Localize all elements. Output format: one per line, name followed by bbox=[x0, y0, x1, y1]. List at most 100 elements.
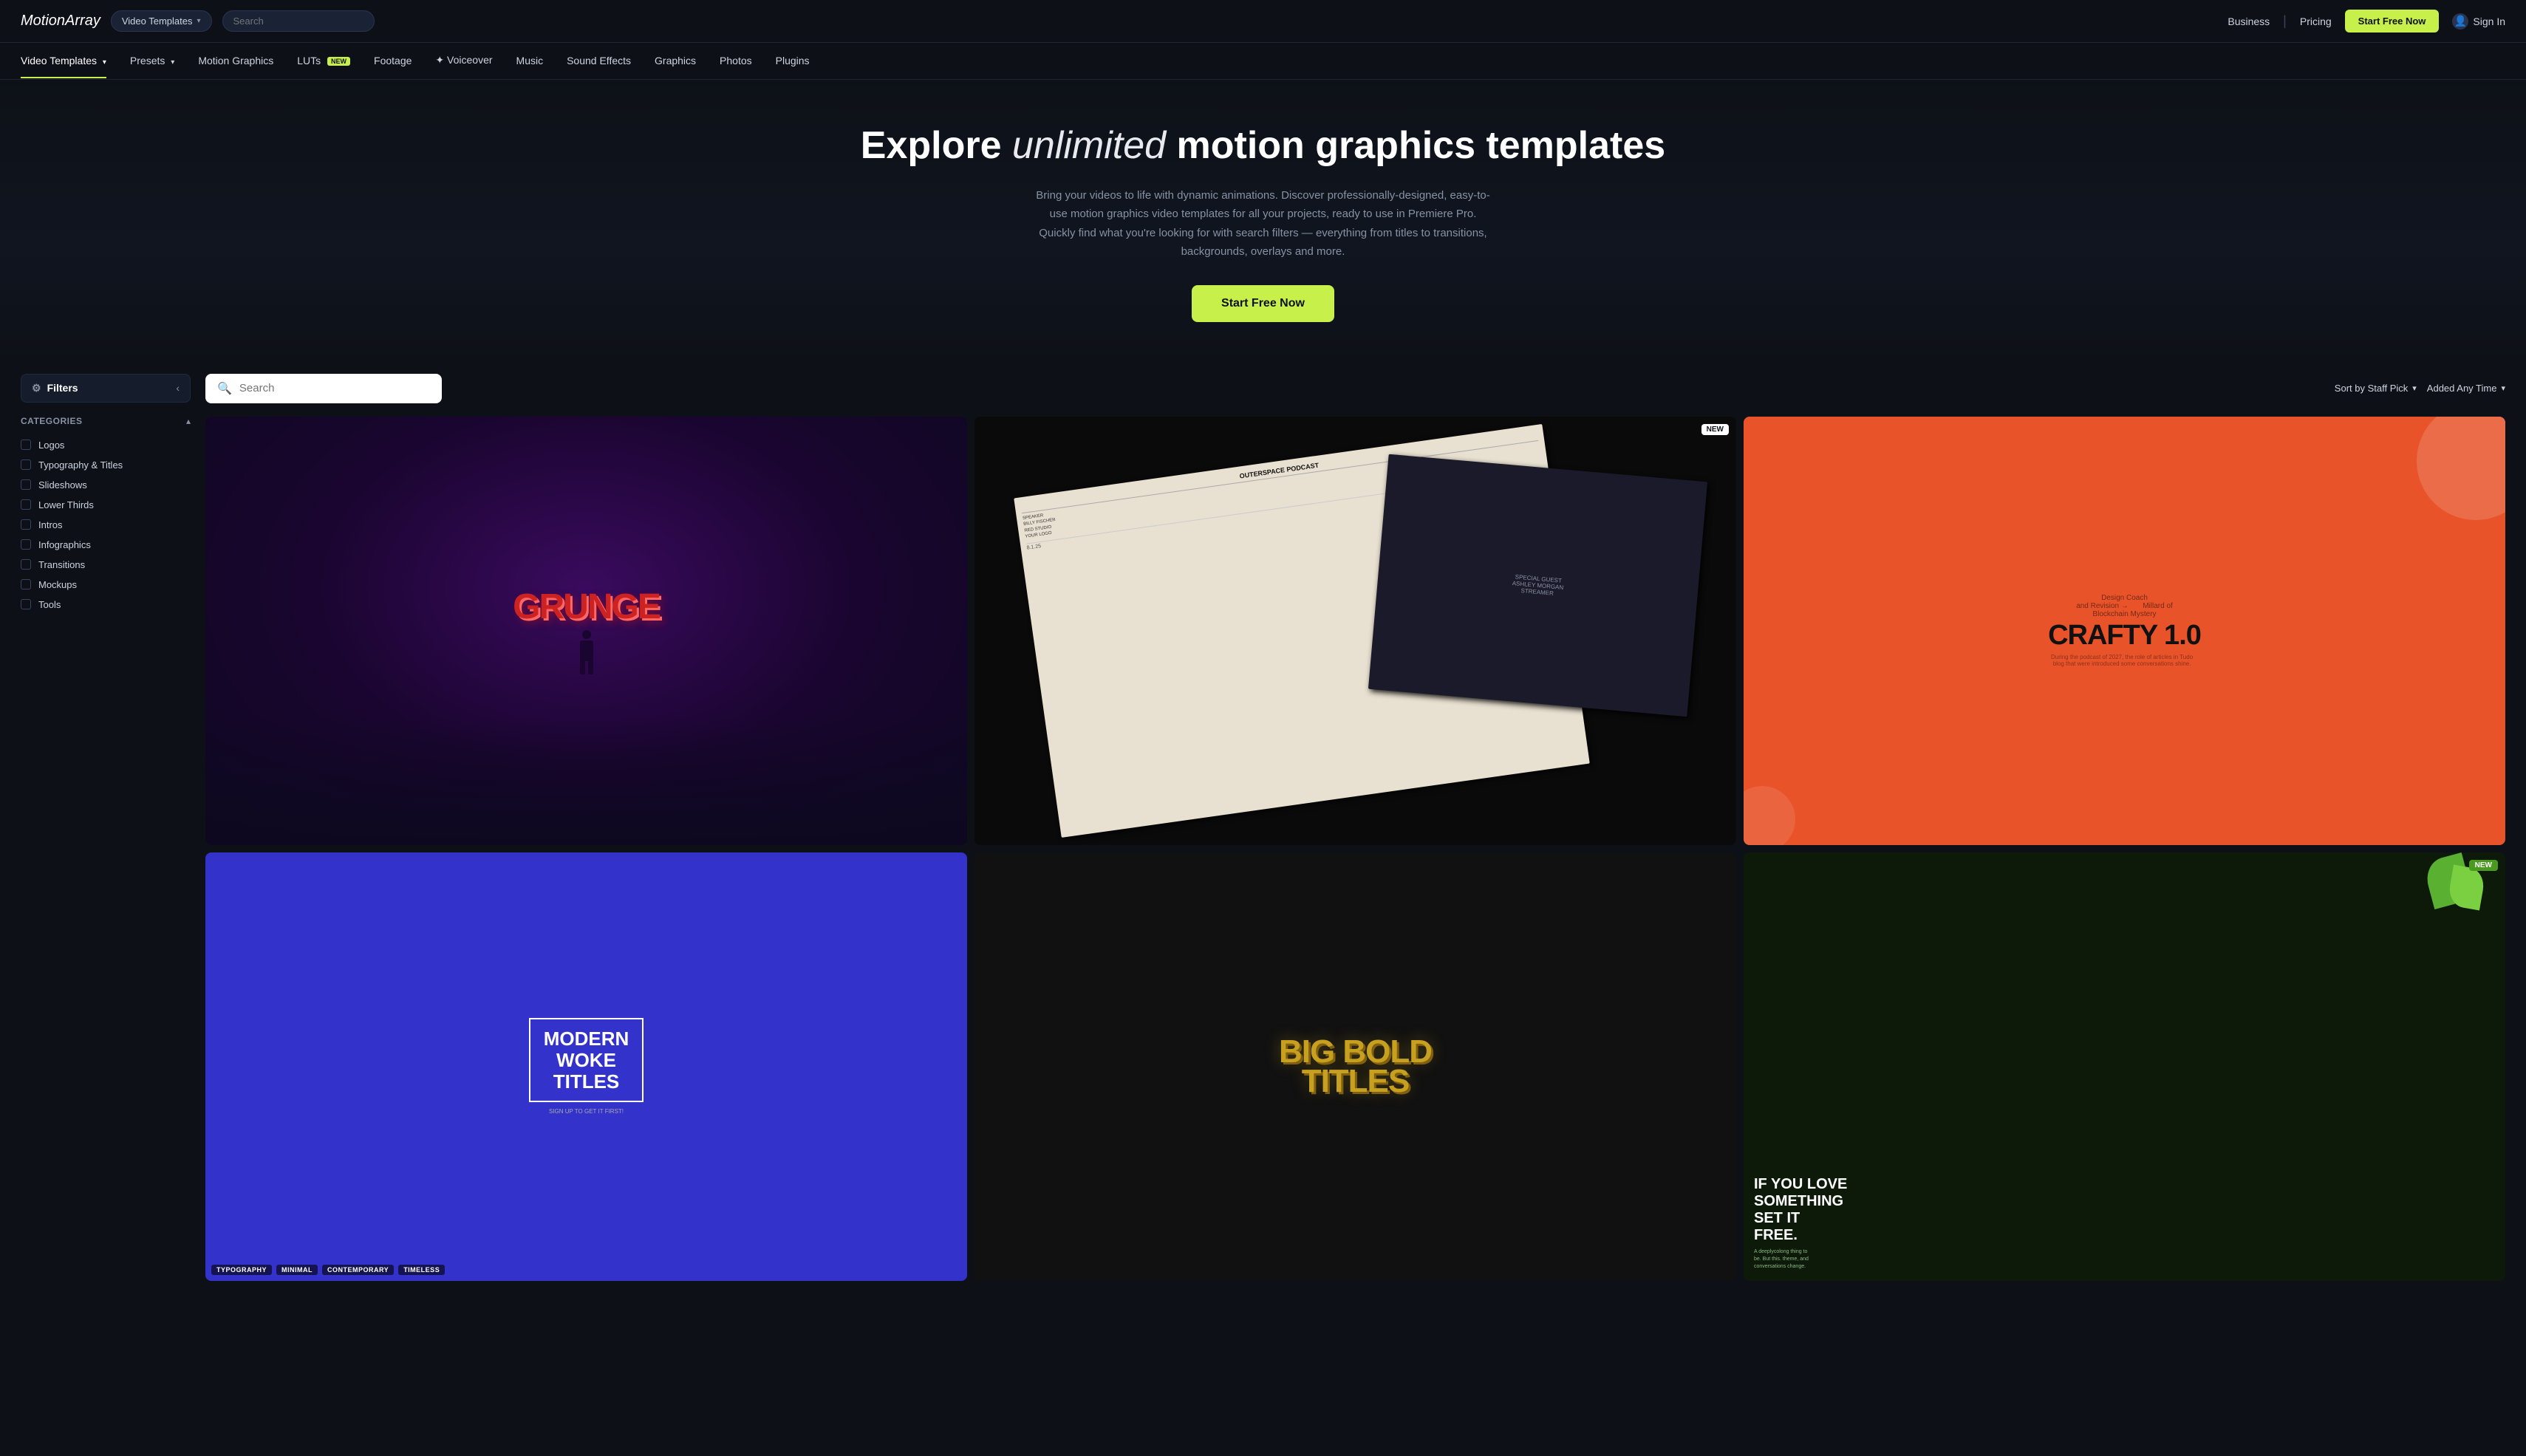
card-grunge[interactable]: GRUNGE bbox=[205, 417, 967, 845]
intros-label: Intros bbox=[38, 519, 63, 530]
nav-music[interactable]: Music bbox=[516, 55, 544, 68]
podcast-new-badge: NEW bbox=[1701, 424, 1729, 435]
nav-footage[interactable]: Footage bbox=[374, 55, 412, 68]
hero-title: Explore unlimited motion graphics templa… bbox=[15, 124, 2511, 168]
filter-icon: ⚙ bbox=[32, 382, 41, 394]
crafty-main-title: CRAFTY 1.0 bbox=[2048, 621, 2201, 649]
top-search-input[interactable] bbox=[233, 16, 363, 27]
nav-motion-graphics[interactable]: Motion Graphics bbox=[198, 55, 273, 68]
business-link[interactable]: Business bbox=[2228, 16, 2270, 27]
category-typography-titles[interactable]: Typography & Titles bbox=[21, 455, 191, 475]
category-infographics[interactable]: Infographics bbox=[21, 535, 191, 555]
transitions-label: Transitions bbox=[38, 559, 85, 570]
filters-label: Filters bbox=[47, 382, 78, 394]
luts-new-badge: NEW bbox=[327, 57, 350, 66]
card-green-free[interactable]: NEW IF YOU LOVESOMETHINGSET ITFREE. A de… bbox=[1744, 852, 2505, 1281]
time-chevron-icon: ▾ bbox=[2501, 383, 2505, 393]
main-content: 🔍 Sort by Staff Pick ▾ Added Any Time ▾ bbox=[205, 374, 2505, 1281]
typography-titles-checkbox[interactable] bbox=[21, 459, 31, 470]
infographics-label: Infographics bbox=[38, 539, 91, 550]
hero-description: Bring your videos to life with dynamic a… bbox=[1034, 186, 1492, 262]
top-search-box[interactable] bbox=[222, 10, 375, 32]
bold-title-line1: BIG BOLD bbox=[1279, 1037, 1432, 1067]
top-navigation: MotionArray Video Templates ▾ Business |… bbox=[0, 0, 2526, 43]
categories-collapse-icon[interactable]: ▴ bbox=[186, 416, 191, 426]
category-tools[interactable]: Tools bbox=[21, 595, 191, 615]
transitions-checkbox[interactable] bbox=[21, 559, 31, 570]
tag-minimal: MINIMAL bbox=[276, 1265, 318, 1275]
nav-luts[interactable]: LUTs NEW bbox=[297, 55, 350, 68]
user-icon: 👤 bbox=[2452, 13, 2468, 30]
card-big-bold[interactable]: BIG BOLD TITLES bbox=[974, 852, 1736, 1281]
lower-thirds-checkbox[interactable] bbox=[21, 499, 31, 510]
top-nav-left: MotionArray Video Templates ▾ bbox=[21, 10, 375, 32]
nav-photos[interactable]: Photos bbox=[720, 55, 752, 68]
slideshows-checkbox[interactable] bbox=[21, 479, 31, 490]
card-podcast[interactable]: NEW OUTERSPACE PODCAST SPEAKER BILLY FIS… bbox=[974, 417, 1736, 845]
nav-video-templates[interactable]: Video Templates ▾ bbox=[21, 55, 106, 68]
nav-sound-effects[interactable]: Sound Effects bbox=[567, 55, 631, 68]
podcast-dark-panel: SPECIAL GUESTASHLEY MORGANSTREAMER bbox=[1512, 573, 1565, 598]
categories-section-header: Categories ▴ bbox=[21, 416, 191, 426]
video-templates-pill[interactable]: Video Templates ▾ bbox=[111, 10, 212, 32]
tag-timeless: TIMELESS bbox=[398, 1265, 445, 1275]
typography-titles-label: Typography & Titles bbox=[38, 459, 123, 471]
logo[interactable]: MotionArray bbox=[21, 13, 100, 30]
crafty-description: During the podcast of 2027, the role of … bbox=[2048, 654, 2196, 667]
content-search-bar[interactable]: 🔍 bbox=[205, 374, 442, 403]
logo-text: MotionArray bbox=[21, 13, 100, 29]
sort-time-button[interactable]: Added Any Time ▾ bbox=[2427, 383, 2505, 394]
category-intros[interactable]: Intros bbox=[21, 515, 191, 535]
nav-voiceover[interactable]: ✦ Voiceover bbox=[435, 54, 492, 68]
categories-title: Categories bbox=[21, 416, 82, 426]
card-modern-woke[interactable]: MODERNWOKETITLES SIGN UP TO GET IT FIRST… bbox=[205, 852, 967, 1281]
top-nav-right: Business | Pricing Start Free Now 👤 Sign… bbox=[2228, 10, 2505, 33]
hero-title-part2: motion graphics templates bbox=[1166, 124, 1665, 167]
logo-italic: Array bbox=[65, 13, 100, 29]
sort-time-label: Added Any Time bbox=[2427, 383, 2497, 394]
tag-typography: TYPOGRAPHY bbox=[211, 1265, 272, 1275]
green-title-text: IF YOU LOVESOMETHINGSET ITFREE. bbox=[1754, 1176, 1847, 1244]
mockups-checkbox[interactable] bbox=[21, 579, 31, 589]
search-filters-bar: 🔍 Sort by Staff Pick ▾ Added Any Time ▾ bbox=[205, 374, 2505, 403]
sign-in-button[interactable]: 👤 Sign In bbox=[2452, 13, 2505, 30]
categories-section: Categories ▴ Logos Typography & Titles S… bbox=[21, 416, 191, 615]
tools-checkbox[interactable] bbox=[21, 599, 31, 609]
start-free-button[interactable]: Start Free Now bbox=[2345, 10, 2440, 33]
content-search-input[interactable] bbox=[239, 382, 387, 394]
bold-title-line2: TITLES bbox=[1279, 1067, 1432, 1096]
category-transitions[interactable]: Transitions bbox=[21, 555, 191, 575]
slideshows-label: Slideshows bbox=[38, 479, 87, 491]
category-logos[interactable]: Logos bbox=[21, 435, 191, 455]
sign-in-label: Sign In bbox=[2473, 16, 2505, 27]
logos-label: Logos bbox=[38, 440, 64, 451]
nav-graphics[interactable]: Graphics bbox=[655, 55, 696, 68]
tools-label: Tools bbox=[38, 599, 61, 610]
infographics-checkbox[interactable] bbox=[21, 539, 31, 550]
category-lower-thirds[interactable]: Lower Thirds bbox=[21, 495, 191, 515]
logos-checkbox[interactable] bbox=[21, 440, 31, 450]
category-slideshows[interactable]: Slideshows bbox=[21, 475, 191, 495]
green-fine-print: A deeplycolong thing tobe. But this. the… bbox=[1754, 1248, 1847, 1270]
hero-title-italic: unlimited bbox=[1012, 124, 1166, 167]
sidebar: ⚙ Filters ‹ Categories ▴ Logos Typograph… bbox=[21, 374, 191, 1281]
tag-contemporary: CONTEMPORARY bbox=[322, 1265, 394, 1275]
hero-cta-button[interactable]: Start Free Now bbox=[1192, 285, 1334, 322]
video-templates-pill-label: Video Templates bbox=[122, 16, 193, 27]
nav-presets[interactable]: Presets ▾ bbox=[130, 55, 174, 68]
lower-thirds-label: Lower Thirds bbox=[38, 499, 94, 510]
sort-staff-pick-label: Sort by Staff Pick bbox=[2335, 383, 2408, 394]
card-crafty[interactable]: Design Coachand Revision → Millard ofBlo… bbox=[1744, 417, 2505, 845]
modern-title-text: MODERNWOKETITLES bbox=[544, 1028, 629, 1092]
intros-checkbox[interactable] bbox=[21, 519, 31, 530]
search-icon: 🔍 bbox=[217, 381, 232, 396]
modern-subtitle-text: SIGN UP TO GET IT FIRST! bbox=[549, 1108, 624, 1115]
filters-header[interactable]: ⚙ Filters ‹ bbox=[21, 374, 191, 403]
sort-controls: Sort by Staff Pick ▾ Added Any Time ▾ bbox=[2335, 383, 2505, 394]
grunge-title: GRUNGE bbox=[513, 587, 660, 627]
nav-plugins[interactable]: Plugins bbox=[776, 55, 810, 68]
pricing-link[interactable]: Pricing bbox=[2300, 16, 2332, 27]
sort-staff-pick-button[interactable]: Sort by Staff Pick ▾ bbox=[2335, 383, 2417, 394]
hero-title-part1: Explore bbox=[861, 124, 1012, 167]
category-mockups[interactable]: Mockups bbox=[21, 575, 191, 595]
